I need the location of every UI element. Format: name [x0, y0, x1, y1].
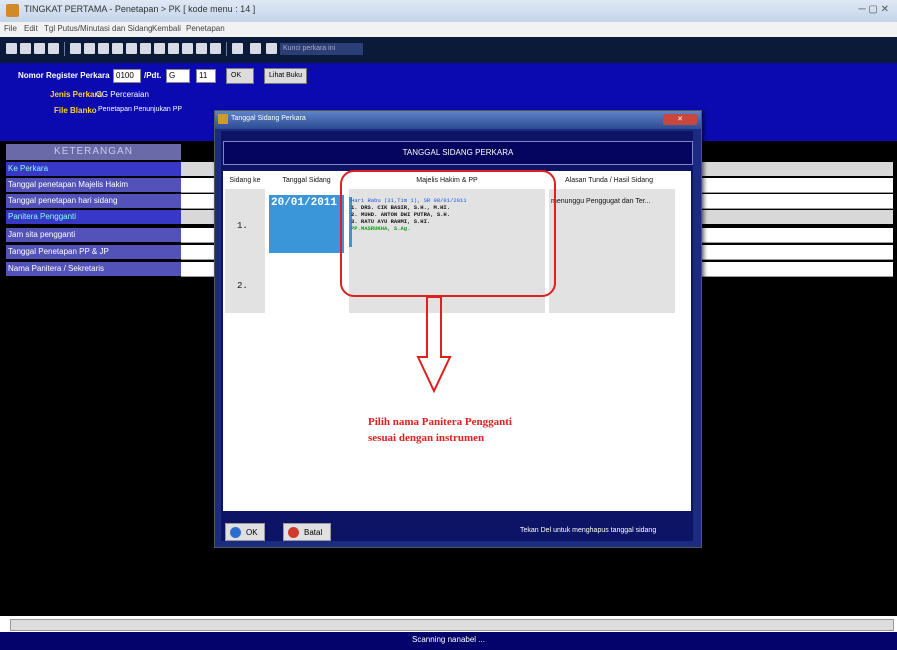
menu-penetapan[interactable]: Penetapan: [186, 24, 225, 33]
dialog-title-bar: Tanggal Sidang Perkara ✕: [215, 111, 701, 129]
chart-icon[interactable]: [168, 43, 179, 54]
column-header: Tanggal Sidang: [282, 177, 331, 184]
flag-icon[interactable]: [210, 43, 221, 54]
file-blanko-label: File Blanko: [54, 106, 97, 115]
batal-button[interactable]: Batal: [283, 523, 331, 541]
pdt-select[interactable]: G: [166, 69, 190, 83]
keterangan-header: KETERANGAN: [6, 144, 181, 160]
keterangan-row: Panitera Pengganti: [6, 210, 181, 224]
monitor-icon[interactable]: [250, 43, 261, 54]
annotation-text: Pilih nama Panitera Pengganti sesuai den…: [368, 414, 512, 446]
dialog-app-icon: [218, 114, 228, 124]
row-number: 1.: [237, 221, 248, 231]
dialog-title: Tanggal Sidang Perkara: [231, 115, 306, 122]
window-title-bar: TINGKAT PERTAMA - Penetapan > PK [ kode …: [0, 0, 897, 22]
menu-kembali[interactable]: Kembali: [152, 24, 181, 33]
keterangan-row: Ke Perkara: [6, 162, 181, 176]
keterangan-row: Nama Panitera / Sekretaris: [6, 262, 181, 276]
book-icon[interactable]: [126, 43, 137, 54]
keterangan-row: Jam sita pengganti: [6, 228, 181, 242]
toolbar-separator: [64, 42, 65, 56]
document-icon[interactable]: [98, 43, 109, 54]
nomor-register-input[interactable]: 0100: [113, 69, 141, 83]
ok-label: OK: [246, 528, 258, 537]
toolbar: Kunci perkara ini: [0, 37, 897, 63]
jenis-perkara-label-text: Jenis Perkara: [50, 90, 103, 99]
gavel-icon[interactable]: [196, 43, 207, 54]
lihat-buku-label: Lihat Buku: [269, 72, 303, 79]
keterangan-row: Tanggal penetapan Majelis Hakim: [6, 178, 181, 192]
tanggal-sidang-cell[interactable]: 20/01/2011: [269, 195, 344, 253]
menu-bar: File Edit Tgl Putus/Minutasi dan Sidang …: [0, 22, 897, 37]
jenis-perkara-label: Jenis Perkara: [50, 90, 102, 99]
menu-tgl-putus[interactable]: Tgl Putus/Minutasi dan Sidang: [44, 24, 153, 33]
report-icon[interactable]: [154, 43, 165, 54]
search-icon[interactable]: [70, 43, 81, 54]
people-icon[interactable]: [140, 43, 151, 54]
print-icon[interactable]: [48, 43, 59, 54]
save-icon[interactable]: [34, 43, 45, 54]
pdt-code-input[interactable]: 11: [196, 69, 216, 83]
status-bar: Scanning nanabel ...: [0, 632, 897, 650]
kunci-perkara-input[interactable]: Kunci perkara ini: [280, 43, 363, 55]
file-blanko-label-text: File Blanko: [54, 106, 97, 115]
jenis-perkara-value: CG Perceraian: [96, 90, 149, 99]
ok-header-button[interactable]: OK: [226, 68, 254, 84]
toolbar-separator: [226, 42, 227, 56]
nomor-register-label: Nomor Register Perkara: [18, 71, 110, 80]
ok-icon: [230, 527, 241, 538]
highlight-box: [340, 170, 556, 297]
app-icon: [6, 4, 19, 17]
column-header: Sidang ke: [229, 177, 261, 184]
dialog-heading: TANGGAL SIDANG PERKARA: [223, 141, 693, 165]
archive-icon[interactable]: [182, 43, 193, 54]
new-icon[interactable]: [6, 43, 17, 54]
window-title: TINGKAT PERTAMA - Penetapan > PK [ kode …: [24, 4, 256, 14]
progress-track: [10, 619, 894, 631]
annotation-line: sesuai dengan instrumen: [368, 432, 485, 444]
ok-header-label: OK: [231, 72, 242, 79]
window-controls[interactable]: ─ ▢ ✕: [859, 4, 889, 15]
alasan-column: [549, 189, 675, 313]
down-arrow-icon: [416, 296, 452, 394]
file-blanko-value: Penetapan Penunjukan PP: [98, 106, 183, 113]
lihat-buku-button[interactable]: Lihat Buku: [264, 68, 308, 84]
keterangan-row: Tanggal penetapan hari sidang: [6, 194, 181, 208]
keterangan-row: Tanggal Penetapan PP & JP: [6, 245, 181, 259]
alasan-cell[interactable]: menunggu Penggugat dan Ter...: [551, 198, 651, 205]
batal-label: Batal: [304, 528, 323, 537]
open-icon[interactable]: [20, 43, 31, 54]
pdt-label: /Pdt.: [144, 71, 162, 80]
money-icon[interactable]: [84, 43, 95, 54]
row-number: 2.: [237, 281, 248, 291]
status-text: Scanning nanabel ...: [412, 635, 485, 644]
lock-icon[interactable]: [266, 43, 277, 54]
ok-button[interactable]: OK: [225, 523, 265, 541]
column-header: Alasan Tunda / Hasil Sidang: [565, 177, 653, 184]
menu-edit[interactable]: Edit: [24, 24, 38, 33]
cancel-icon: [288, 527, 299, 538]
window-icon[interactable]: [232, 43, 243, 54]
sidang-ke-column: [225, 189, 265, 313]
delete-hint: Tekan Del untuk menghapus tanggal sidang: [520, 527, 657, 534]
close-icon[interactable]: ✕: [663, 114, 697, 125]
menu-file[interactable]: File: [4, 24, 17, 33]
calendar-icon[interactable]: [112, 43, 123, 54]
annotation-line: Pilih nama Panitera Pengganti: [368, 416, 512, 428]
